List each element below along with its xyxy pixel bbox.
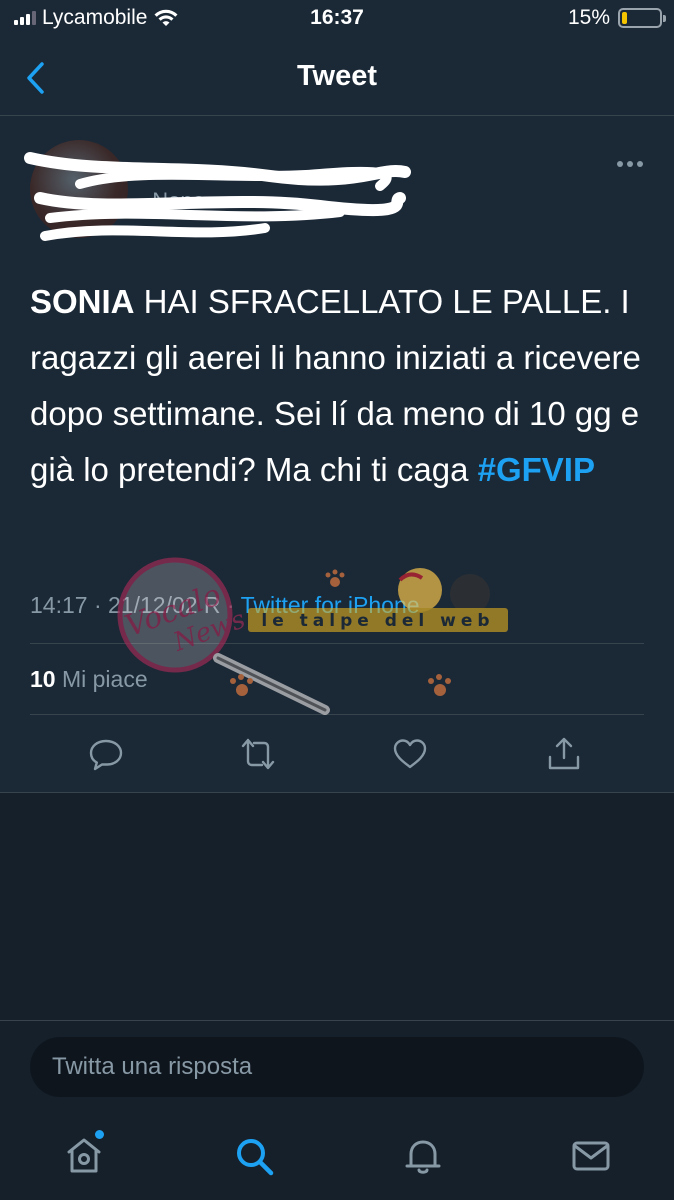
- tweet-source-link[interactable]: Twitter for iPhone: [241, 592, 420, 618]
- reply-input[interactable]: Twitta una risposta: [30, 1037, 644, 1097]
- like-icon[interactable]: [392, 736, 428, 772]
- hashtag-link[interactable]: #GFVIP: [478, 451, 595, 488]
- messages-icon[interactable]: [569, 1134, 613, 1178]
- notifications-icon[interactable]: [401, 1134, 445, 1178]
- tweet-detail: _Nene_ SONIA HAI SFRACELLATO LE PALLE. I…: [0, 116, 674, 793]
- battery-icon: [618, 8, 666, 28]
- status-bar-right: 15%: [567, 6, 666, 30]
- likes-count: 10: [30, 666, 56, 692]
- share-icon[interactable]: [546, 736, 582, 772]
- magnifier-logo: Vocalo News: [117, 557, 330, 715]
- reply-bar: Twitta una risposta: [0, 1020, 674, 1114]
- divider: [30, 714, 644, 715]
- battery-percent: 15%: [567, 6, 610, 29]
- more-options-icon[interactable]: [616, 160, 644, 168]
- tweet-meta: 14:17 · 21/12/02 R · Twitter for iPhone: [30, 592, 420, 618]
- redaction-scribble: [24, 152, 411, 241]
- reply-icon[interactable]: [88, 736, 124, 772]
- notification-dot: [95, 1130, 104, 1139]
- watermark-overlay: Vocalo News le talpe del web: [117, 557, 508, 715]
- retweet-icon[interactable]: [240, 736, 276, 772]
- paw-print-icon: [230, 569, 451, 696]
- likes-label: Mi piace: [61, 666, 148, 692]
- page-title: Tweet: [296, 60, 378, 92]
- tweet-text: SONIA HAI SFRACELLATO LE PALLE. I ragazz…: [30, 274, 650, 498]
- tweet-date: 21/12/02: [108, 592, 198, 618]
- search-icon[interactable]: [232, 1134, 276, 1178]
- tweet-time: 14:17: [30, 592, 88, 618]
- tab-bar: [0, 1114, 674, 1200]
- tweet-actions: [0, 736, 674, 776]
- likes-stat[interactable]: 10 Mi piace: [30, 666, 148, 693]
- home-icon[interactable]: [62, 1134, 106, 1178]
- tweet-text-bold: SONIA: [30, 283, 135, 320]
- divider: [30, 643, 644, 644]
- status-bar: Lycamobile 16:37 15%: [0, 0, 674, 38]
- nav-header: Tweet: [0, 38, 674, 116]
